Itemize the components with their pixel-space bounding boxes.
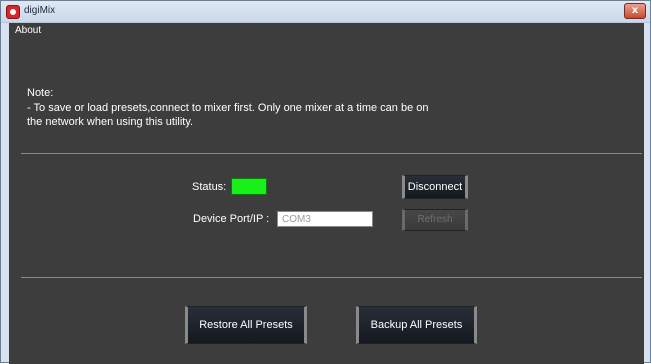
status-indicator xyxy=(231,178,267,195)
title-bar[interactable]: digiMix x xyxy=(1,1,650,23)
close-button[interactable]: x xyxy=(624,3,646,19)
backup-all-presets-button[interactable]: Backup All Presets xyxy=(356,306,477,344)
note-line-2: the network when using this utility. xyxy=(27,116,194,128)
app-window: digiMix x About Note: - To save or load … xyxy=(0,0,651,364)
divider-bottom xyxy=(21,277,642,278)
app-logo-icon xyxy=(6,5,20,19)
note-title: Note: xyxy=(27,87,54,99)
divider-top xyxy=(21,153,642,154)
disconnect-button[interactable]: Disconnect xyxy=(402,175,468,199)
restore-all-presets-button[interactable]: Restore All Presets xyxy=(185,306,307,344)
device-port-input[interactable] xyxy=(277,211,373,227)
note-line-1: - To save or load presets,connect to mix… xyxy=(27,102,429,114)
window-title: digiMix xyxy=(24,5,56,16)
status-label: Status: xyxy=(192,181,227,193)
menu-item-about[interactable]: About xyxy=(15,25,41,36)
main-panel xyxy=(9,38,644,364)
device-port-label: Device Port/IP : xyxy=(193,213,270,225)
refresh-button[interactable]: Refresh xyxy=(402,209,468,231)
